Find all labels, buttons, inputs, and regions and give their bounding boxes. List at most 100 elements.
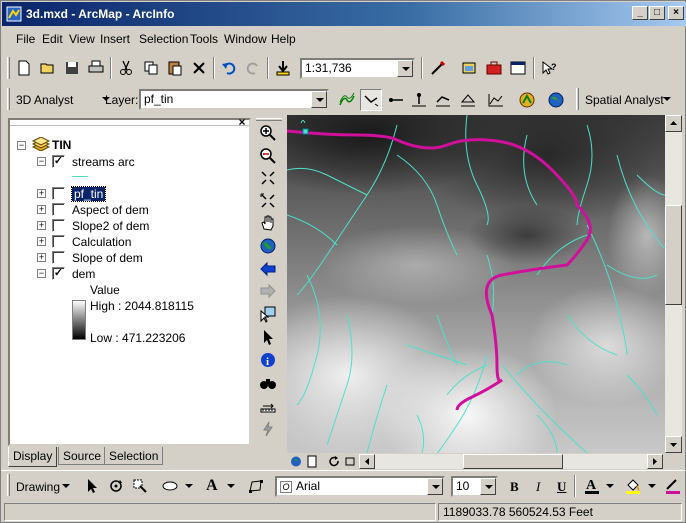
minimize-button[interactable]: _ bbox=[632, 6, 648, 20]
toc-expand-dem[interactable]: − bbox=[37, 269, 46, 278]
zoom-out-icon[interactable] bbox=[257, 145, 279, 167]
profile-graph-icon[interactable] bbox=[485, 89, 507, 111]
edit-vertices-icon[interactable] bbox=[245, 475, 267, 497]
tab-selection[interactable]: Selection bbox=[104, 447, 164, 465]
new-text-tool[interactable]: A bbox=[206, 477, 218, 495]
toc-checkbox-pf-tin[interactable] bbox=[52, 187, 65, 200]
toc-checkbox-dem[interactable]: ✓ bbox=[52, 267, 65, 280]
bold-button[interactable]: B bbox=[510, 479, 519, 495]
toc-layer-aspect[interactable]: Aspect of dem bbox=[72, 203, 149, 217]
copy-icon[interactable] bbox=[140, 57, 162, 79]
line-color-icon[interactable] bbox=[663, 475, 683, 497]
hyperlink-icon[interactable] bbox=[257, 418, 279, 440]
arctoolbox-icon[interactable] bbox=[483, 57, 505, 79]
title-bar[interactable]: 3d.mxd - ArcMap - ArcInfo _ □ × bbox=[2, 2, 686, 26]
full-extent-globe-icon[interactable] bbox=[257, 235, 279, 257]
measure-icon[interactable] bbox=[257, 395, 279, 417]
fixed-zoom-in-icon[interactable] bbox=[257, 167, 279, 189]
arccatalog-icon[interactable] bbox=[458, 57, 480, 79]
add-data-icon[interactable] bbox=[272, 57, 294, 79]
toc-layer-calculation[interactable]: Calculation bbox=[72, 235, 131, 249]
map-vertical-scrollbar[interactable] bbox=[665, 115, 682, 453]
toc-expand-calculation[interactable]: + bbox=[37, 237, 46, 246]
chevron-down-icon[interactable] bbox=[427, 478, 443, 495]
find-binoculars-icon[interactable] bbox=[257, 372, 279, 394]
spatial-analyst-menu[interactable]: Spatial Analyst bbox=[585, 93, 664, 107]
steepest-path-icon[interactable] bbox=[360, 89, 382, 111]
close-button[interactable]: × bbox=[668, 6, 684, 20]
chevron-down-icon[interactable] bbox=[606, 484, 614, 489]
3d-analyst-menu[interactable]: 3D Analyst bbox=[16, 93, 73, 107]
chevron-down-icon[interactable] bbox=[227, 484, 235, 489]
chevron-down-icon[interactable] bbox=[311, 91, 327, 108]
toc-expand-streams[interactable]: − bbox=[37, 157, 46, 166]
refresh-icon[interactable] bbox=[327, 455, 341, 468]
menu-insert[interactable]: Insert bbox=[100, 32, 130, 46]
editor-icon[interactable] bbox=[427, 57, 449, 79]
arcglobe-icon[interactable] bbox=[545, 89, 567, 111]
horizontal-scroll-track[interactable] bbox=[375, 454, 647, 469]
pause-drawing-icon[interactable] bbox=[343, 455, 357, 468]
ellipse-tool-icon[interactable] bbox=[159, 475, 181, 497]
zoom-in-icon[interactable] bbox=[257, 122, 279, 144]
cut-icon[interactable] bbox=[115, 57, 137, 79]
paste-icon[interactable] bbox=[164, 57, 186, 79]
save-icon[interactable] bbox=[61, 57, 83, 79]
tab-source[interactable]: Source bbox=[58, 447, 107, 465]
chevron-down-icon[interactable] bbox=[185, 484, 193, 489]
toc-layer-pf-tin[interactable]: pf_tin bbox=[70, 186, 107, 202]
scroll-up-button[interactable] bbox=[665, 115, 682, 132]
chevron-down-icon[interactable] bbox=[480, 478, 496, 495]
menu-help[interactable]: Help bbox=[271, 32, 296, 46]
rotate-icon[interactable] bbox=[105, 475, 127, 497]
data-view-icon[interactable] bbox=[289, 455, 303, 468]
font-color-icon[interactable]: A bbox=[581, 475, 603, 497]
toolbar-grip[interactable] bbox=[7, 57, 10, 79]
scroll-down-button[interactable] bbox=[665, 436, 682, 453]
chevron-down-icon[interactable] bbox=[663, 97, 671, 102]
select-features-icon[interactable] bbox=[257, 303, 279, 325]
chevron-down-icon[interactable] bbox=[648, 484, 656, 489]
map-display[interactable] bbox=[287, 115, 665, 453]
menu-selection[interactable]: Selection bbox=[139, 32, 188, 46]
select-elements-icon[interactable] bbox=[81, 475, 103, 497]
maximize-button[interactable]: □ bbox=[649, 6, 665, 20]
toc-checkbox-slope2[interactable] bbox=[52, 219, 65, 232]
toolbar-grip[interactable] bbox=[256, 118, 282, 121]
drawing-menu[interactable]: Drawing bbox=[16, 480, 60, 494]
toc-expand-slope[interactable]: + bbox=[37, 253, 46, 262]
toc-layer-slope2[interactable]: Slope2 of dem bbox=[72, 219, 149, 233]
arcscene-icon[interactable] bbox=[516, 89, 538, 111]
print-icon[interactable] bbox=[85, 57, 107, 79]
command-line-icon[interactable] bbox=[507, 57, 529, 79]
menu-tools[interactable]: Tools bbox=[190, 32, 218, 46]
horizontal-scroll-thumb[interactable] bbox=[463, 454, 563, 469]
fill-color-icon[interactable] bbox=[622, 475, 644, 497]
whats-this-icon[interactable]: ? bbox=[538, 57, 560, 79]
italic-button[interactable]: I bbox=[536, 479, 540, 495]
toc-checkbox-streams[interactable]: ✓ bbox=[52, 155, 65, 168]
menu-window[interactable]: Window bbox=[224, 32, 267, 46]
tab-display[interactable]: Display bbox=[8, 447, 58, 467]
underline-button[interactable]: U bbox=[557, 479, 566, 495]
forward-arrow-icon[interactable] bbox=[257, 280, 279, 302]
toc-checkbox-slope[interactable] bbox=[52, 251, 65, 264]
font-size-combo[interactable]: 10 bbox=[451, 476, 498, 497]
toc-close-icon[interactable]: × bbox=[235, 116, 249, 129]
identify-icon[interactable]: i bbox=[257, 349, 279, 371]
menu-edit[interactable]: Edit bbox=[42, 32, 63, 46]
contour-icon[interactable] bbox=[336, 89, 358, 111]
new-document-icon[interactable] bbox=[13, 57, 35, 79]
toc-checkbox-calculation[interactable] bbox=[52, 235, 65, 248]
toolbar-grip[interactable] bbox=[7, 474, 10, 496]
interpolate-line-icon[interactable] bbox=[432, 89, 454, 111]
menu-view[interactable]: View bbox=[69, 32, 95, 46]
chevron-down-icon[interactable] bbox=[62, 484, 70, 489]
scroll-left-button[interactable] bbox=[359, 454, 375, 469]
font-combo[interactable]: O Arial bbox=[275, 476, 445, 497]
toc-expand-root[interactable]: − bbox=[17, 141, 26, 150]
toc-layer-dem[interactable]: dem bbox=[72, 267, 95, 281]
chevron-down-icon[interactable] bbox=[397, 60, 413, 77]
fixed-zoom-out-icon[interactable] bbox=[257, 190, 279, 212]
toc-root-label[interactable]: TIN bbox=[52, 138, 71, 152]
